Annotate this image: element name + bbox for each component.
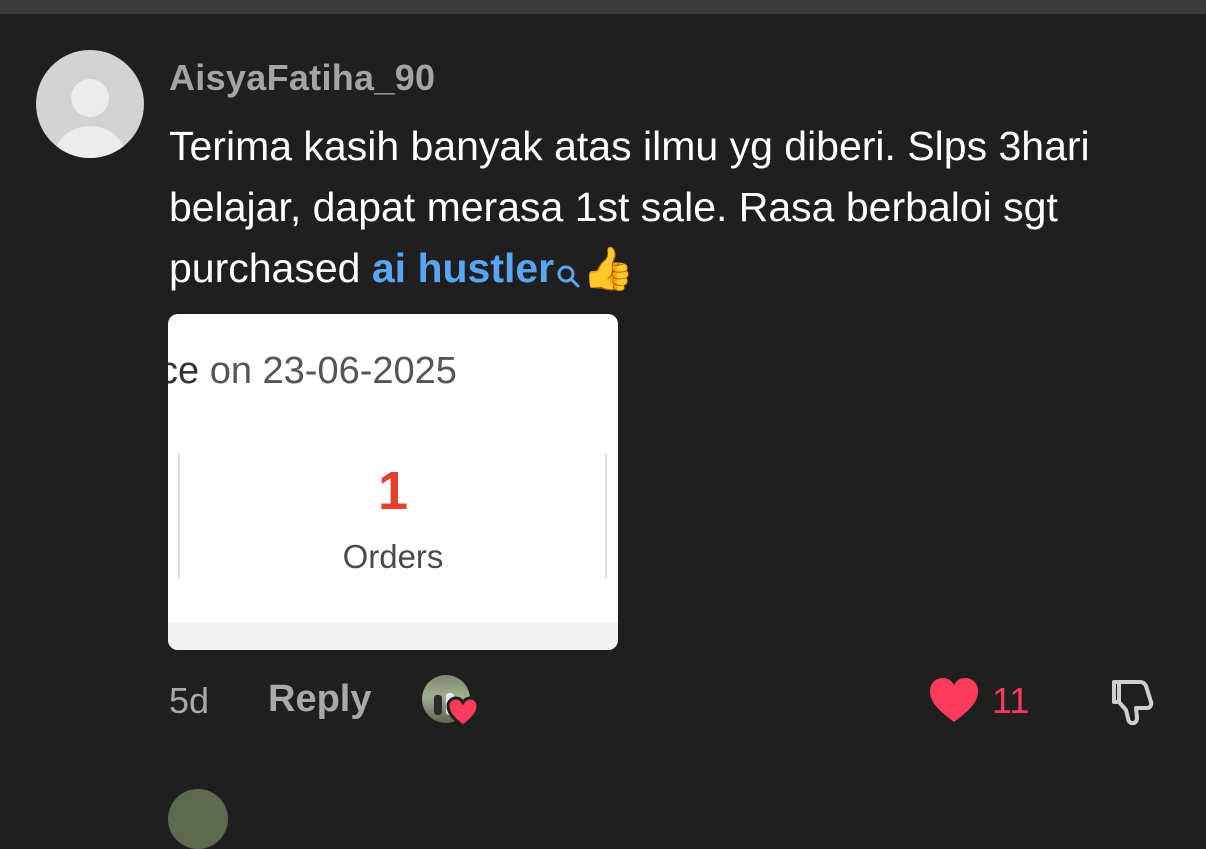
- attachment-date-text: on 23-06-2025: [209, 350, 457, 392]
- thumbs-up-emoji: 👍: [582, 245, 635, 292]
- comment-age: 5d: [169, 680, 210, 721]
- like-count: 11: [992, 680, 1030, 721]
- reply-button[interactable]: Reply: [268, 678, 371, 721]
- creator-heart-icon: [446, 696, 480, 728]
- orders-count: 1: [377, 461, 409, 521]
- comment-image-attachment[interactable]: ce on 23-06-2025 1 Orders: [168, 314, 618, 650]
- avatar-head-shape: [71, 79, 109, 117]
- heart-icon[interactable]: [928, 676, 980, 724]
- hashtag-link[interactable]: ai hustler: [372, 245, 554, 291]
- orders-label: Orders: [342, 538, 444, 575]
- attachment-footer: [168, 622, 618, 650]
- thumbs-down-icon[interactable]: [1106, 674, 1160, 728]
- next-comment-avatar[interactable]: [168, 789, 228, 849]
- comment-text: Terima kasih banyak atas ilmu yg diberi.…: [169, 116, 1159, 299]
- avatar-body-shape: [55, 126, 125, 158]
- comment-username[interactable]: AisyaFatiha_90: [169, 57, 435, 99]
- avatar-figure: [434, 695, 442, 715]
- attachment-date-prefix: ce: [168, 350, 200, 392]
- top-bar: [0, 0, 1206, 14]
- avatar[interactable]: [36, 50, 144, 158]
- search-icon[interactable]: [556, 244, 580, 288]
- attachment-date: ce on 23-06-2025: [168, 350, 457, 393]
